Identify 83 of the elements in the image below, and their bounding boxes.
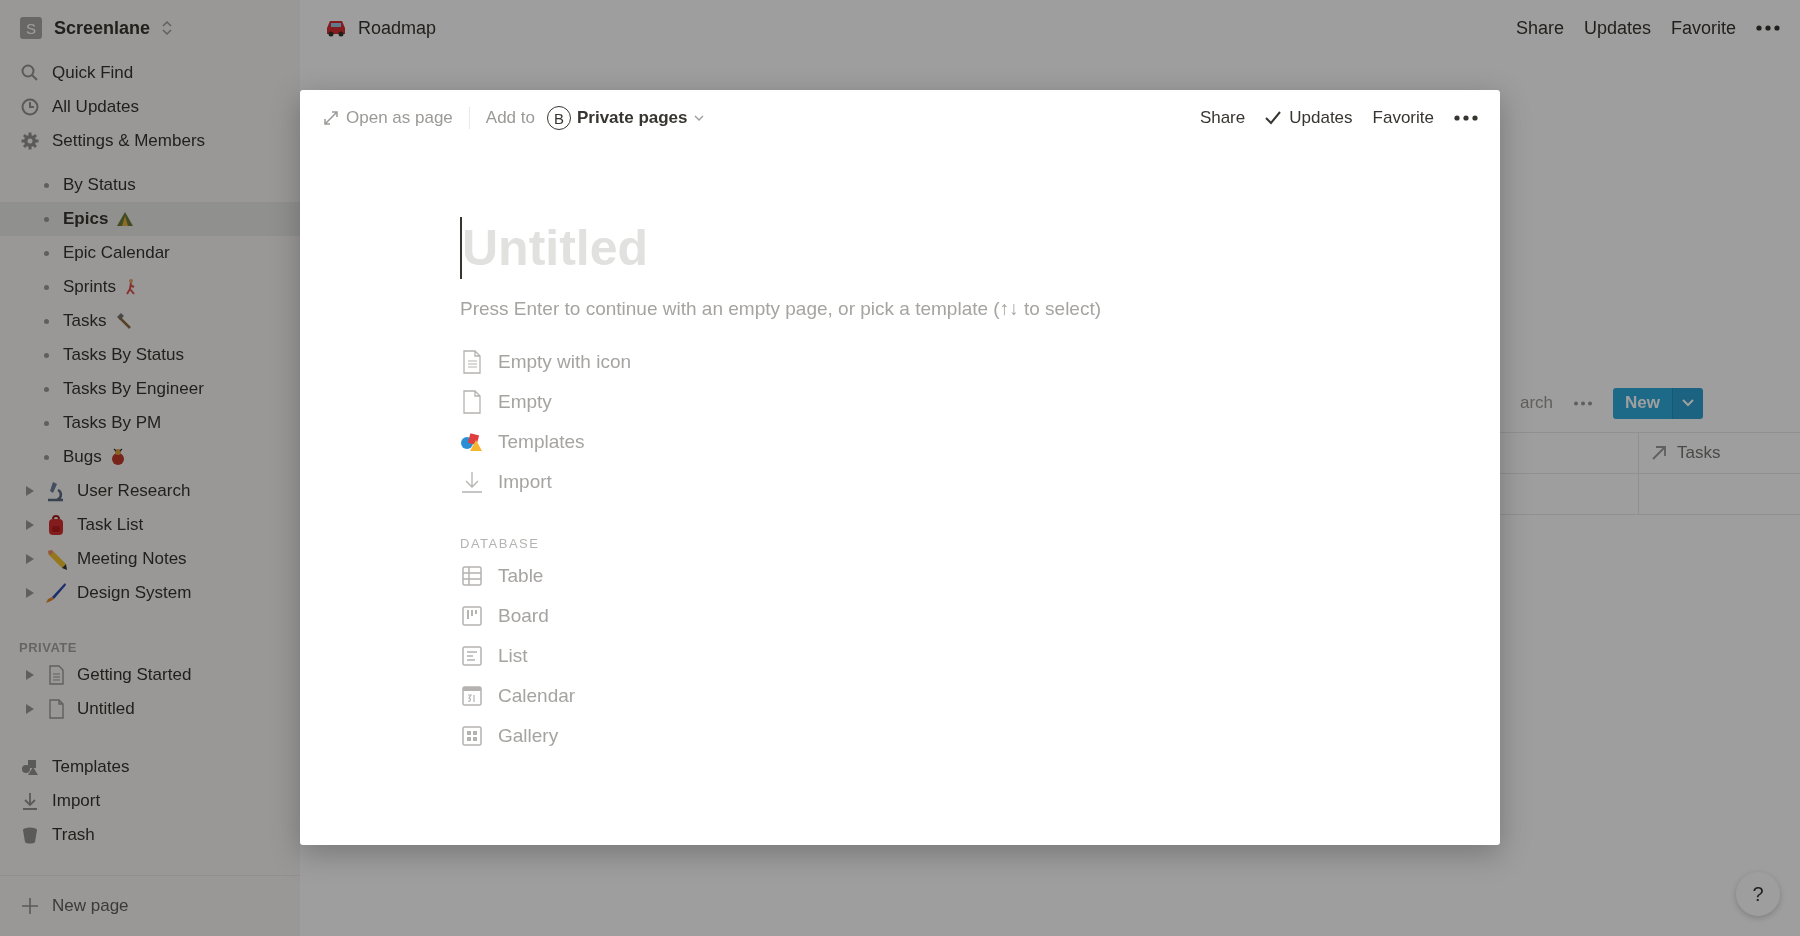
- bullet-icon: [44, 352, 49, 358]
- trash-icon: [20, 825, 40, 845]
- workspace-name[interactable]: Screenlane: [54, 17, 151, 39]
- expand-triangle-icon[interactable]: [25, 553, 35, 565]
- sidebar-nav-item[interactable]: Trash: [0, 818, 300, 852]
- more-icon[interactable]: [1756, 25, 1780, 31]
- caret-icon: [1682, 399, 1695, 407]
- bullet-icon: [44, 250, 49, 256]
- bullet-icon: [44, 454, 49, 460]
- list-icon: [460, 645, 484, 667]
- topbar-action[interactable]: Share: [1515, 17, 1564, 39]
- search-icon: [20, 63, 40, 83]
- bullet-icon: [44, 318, 49, 324]
- arrow-icon: [1651, 445, 1667, 461]
- hint-text: Press Enter to continue with an empty page, or pick a template (↑↓ to select): [460, 298, 1103, 320]
- sidebar-page-item[interactable]: Epic Calendar: [0, 236, 300, 270]
- page-title[interactable]: Roadmap: [358, 17, 437, 39]
- gallery-icon: [460, 725, 484, 747]
- paintbrush-icon: [45, 582, 67, 604]
- more-icon[interactable]: [1454, 115, 1478, 121]
- runner-icon: [123, 278, 138, 296]
- chevron-down-icon: [693, 115, 704, 121]
- blank-page-icon: [460, 390, 484, 414]
- tent-icon: [116, 211, 135, 227]
- plus-icon: [20, 896, 40, 916]
- sidebar-page-item[interactable]: Epics: [0, 202, 300, 236]
- sidebar-nav-item[interactable]: All Updates: [0, 90, 300, 124]
- bullet-icon: [44, 420, 49, 426]
- add-to-label: Add to: [485, 108, 535, 128]
- bug-icon: [109, 448, 126, 466]
- expand-triangle-icon[interactable]: [25, 587, 35, 599]
- sidebar-page-item[interactable]: Bugs: [0, 440, 300, 474]
- expand-triangle-icon[interactable]: [25, 669, 35, 681]
- board-icon: [460, 605, 484, 627]
- bullet-icon: [44, 284, 49, 290]
- modal-action-button[interactable]: Share: [1199, 108, 1246, 128]
- help-button[interactable]: ?: [1736, 872, 1780, 916]
- sidebar-page-item[interactable]: Meeting Notes: [0, 542, 300, 576]
- clock-icon: [20, 97, 40, 117]
- sidebar-nav-item[interactable]: Settings & Members: [0, 124, 300, 158]
- bullet-icon: [44, 216, 49, 222]
- bullet-icon: [44, 182, 49, 188]
- sidebar-page-item[interactable]: By Status: [0, 168, 300, 202]
- sidebar-page-item[interactable]: Tasks By Engineer: [0, 372, 300, 406]
- sidebar-nav-item[interactable]: Import: [0, 784, 300, 818]
- topbar-action[interactable]: Updates: [1583, 17, 1651, 39]
- shapes-icon: [460, 431, 484, 453]
- expand-triangle-icon[interactable]: [25, 485, 35, 497]
- section-heading: DATABASE: [460, 534, 540, 553]
- sidebar-page-item[interactable]: Getting Started: [0, 658, 300, 692]
- sidebar-page-item[interactable]: Task List: [0, 508, 300, 542]
- sidebar-nav-item[interactable]: Quick Find: [0, 56, 300, 90]
- download-icon: [20, 791, 40, 811]
- table-icon: [460, 565, 484, 587]
- pencil-icon: [45, 548, 67, 570]
- modal-action-button[interactable]: Updates: [1265, 108, 1353, 128]
- new-dropdown-button[interactable]: [1672, 387, 1704, 419]
- sidebar-page-item[interactable]: Design System: [0, 576, 300, 610]
- workspace-badge: S: [20, 17, 42, 39]
- download-icon: [460, 470, 484, 494]
- sidebar-page-item[interactable]: Sprints: [0, 270, 300, 304]
- calendar-icon: [460, 685, 484, 707]
- column-header[interactable]: Tasks: [1639, 433, 1721, 473]
- sidebar-page-item[interactable]: User Research: [0, 474, 300, 508]
- expand-triangle-icon[interactable]: [25, 703, 35, 715]
- sidebar-page-item[interactable]: Tasks: [0, 304, 300, 338]
- topbar-action[interactable]: Favorite: [1670, 17, 1736, 39]
- chevron-updown-icon[interactable]: [162, 20, 173, 36]
- car-icon: [324, 18, 348, 38]
- open-as-page-button[interactable]: Open as page: [324, 108, 453, 128]
- sidebar-nav-item[interactable]: Templates: [0, 750, 300, 784]
- modal-action-button[interactable]: Favorite: [1372, 108, 1434, 128]
- shapes-icon: [20, 757, 40, 777]
- expand-triangle-icon[interactable]: [25, 519, 35, 531]
- sidebar-page-item[interactable]: Untitled: [0, 692, 300, 726]
- expand-arrows-icon: [324, 111, 338, 125]
- new-page-button[interactable]: New page: [0, 875, 300, 936]
- bullet-icon: [44, 386, 49, 392]
- sidebar-page-item[interactable]: Tasks By Status: [0, 338, 300, 372]
- workspace-dropdown[interactable]: B Private pages: [546, 106, 704, 130]
- sidebar-page-item[interactable]: Tasks By PM: [0, 406, 300, 440]
- document-icon: [460, 350, 484, 374]
- text-cursor: [460, 217, 462, 279]
